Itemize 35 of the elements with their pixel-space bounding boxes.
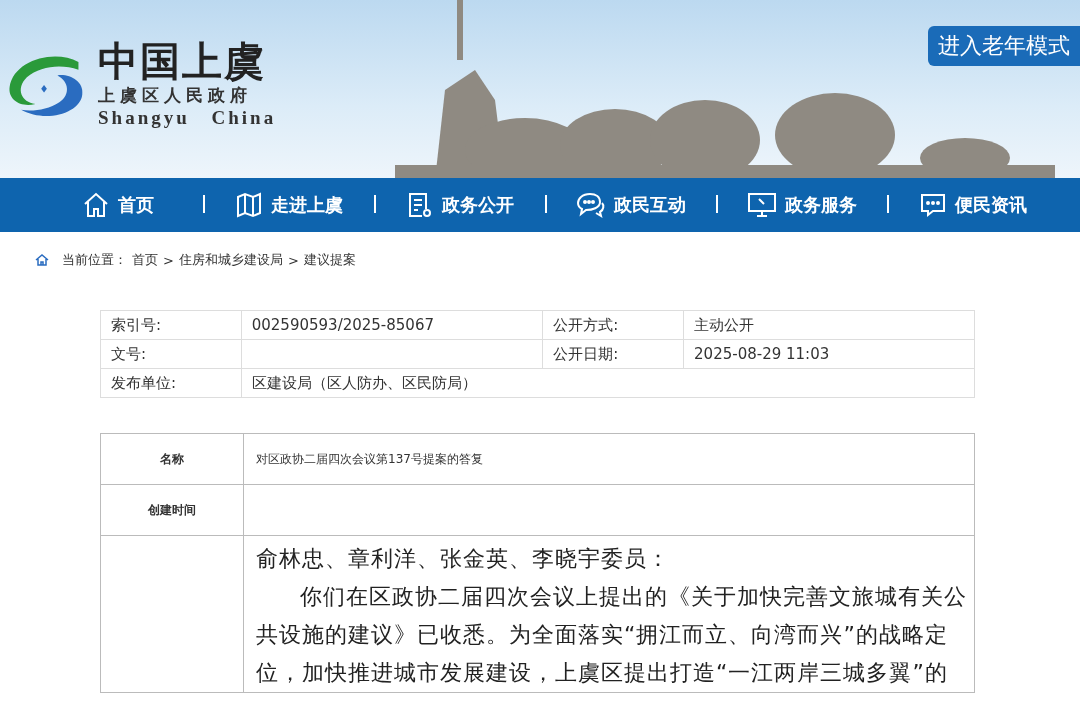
nav-link[interactable]: 政务公开: [374, 191, 545, 219]
breadcrumb-link[interactable]: 建议提案: [303, 251, 356, 269]
meta-label: 发布单位:: [100, 368, 242, 398]
chat-icon: [575, 191, 606, 219]
breadcrumb-label: 当前位置：: [62, 251, 127, 269]
site-title: 中国上虞: [98, 38, 267, 84]
meta-label: 文号:: [100, 339, 242, 369]
detail-value: 对区政协二届四次会议第137号提案的答复: [243, 433, 975, 485]
site-english-name: Shangyu China: [98, 107, 277, 129]
nav-link[interactable]: 走进上虞: [203, 191, 374, 219]
meta-value: 002590593/2025-85067: [241, 310, 543, 340]
elder-mode-button[interactable]: 进入老年模式: [928, 26, 1080, 66]
breadcrumb-separator: >: [287, 252, 299, 268]
detail-label: 名称: [100, 433, 244, 485]
letter-salutation: 俞林忠、章利洋、张金英、李晓宇委员：: [256, 545, 671, 573]
nav-link[interactable]: 便民资讯: [887, 191, 1058, 219]
monitor-icon: [746, 191, 777, 219]
meta-label: 公开方式:: [542, 310, 684, 340]
detail-label: 创建时间: [100, 484, 244, 536]
message-icon: [918, 191, 947, 219]
map-icon: [234, 191, 263, 219]
nav-link[interactable]: 政务服务: [716, 191, 887, 219]
home-icon: [35, 254, 49, 266]
breadcrumb-link[interactable]: 住房和城乡建设局: [178, 251, 283, 269]
meta-value: 2025-08-29 11:03: [683, 339, 975, 369]
letter-paragraph: 你们在区政协二届四次会议上提出的《关于加快完善文旅城有关公共设施的建议》已收悉。为全面落实“拥江而立、向湾而兴”的战略定位，加快推进城市发展建设，上虞区提出打造“一江两岸三城多翼”的: [256, 583, 968, 687]
meta-value: 区建设局（区人防办、区民防局）: [241, 368, 975, 398]
breadcrumb-link[interactable]: 首页: [132, 251, 158, 269]
breadcrumb-separator: >: [163, 252, 174, 268]
nav-link[interactable]: 政民互动: [545, 191, 716, 219]
nav-link[interactable]: 首页: [32, 191, 203, 219]
meta-label: 公开日期:: [542, 339, 684, 369]
meta-label: 索引号:: [100, 310, 242, 340]
meta-value: 主动公开: [683, 310, 975, 340]
site-subtitle: 上虞区人民政府: [98, 84, 253, 107]
